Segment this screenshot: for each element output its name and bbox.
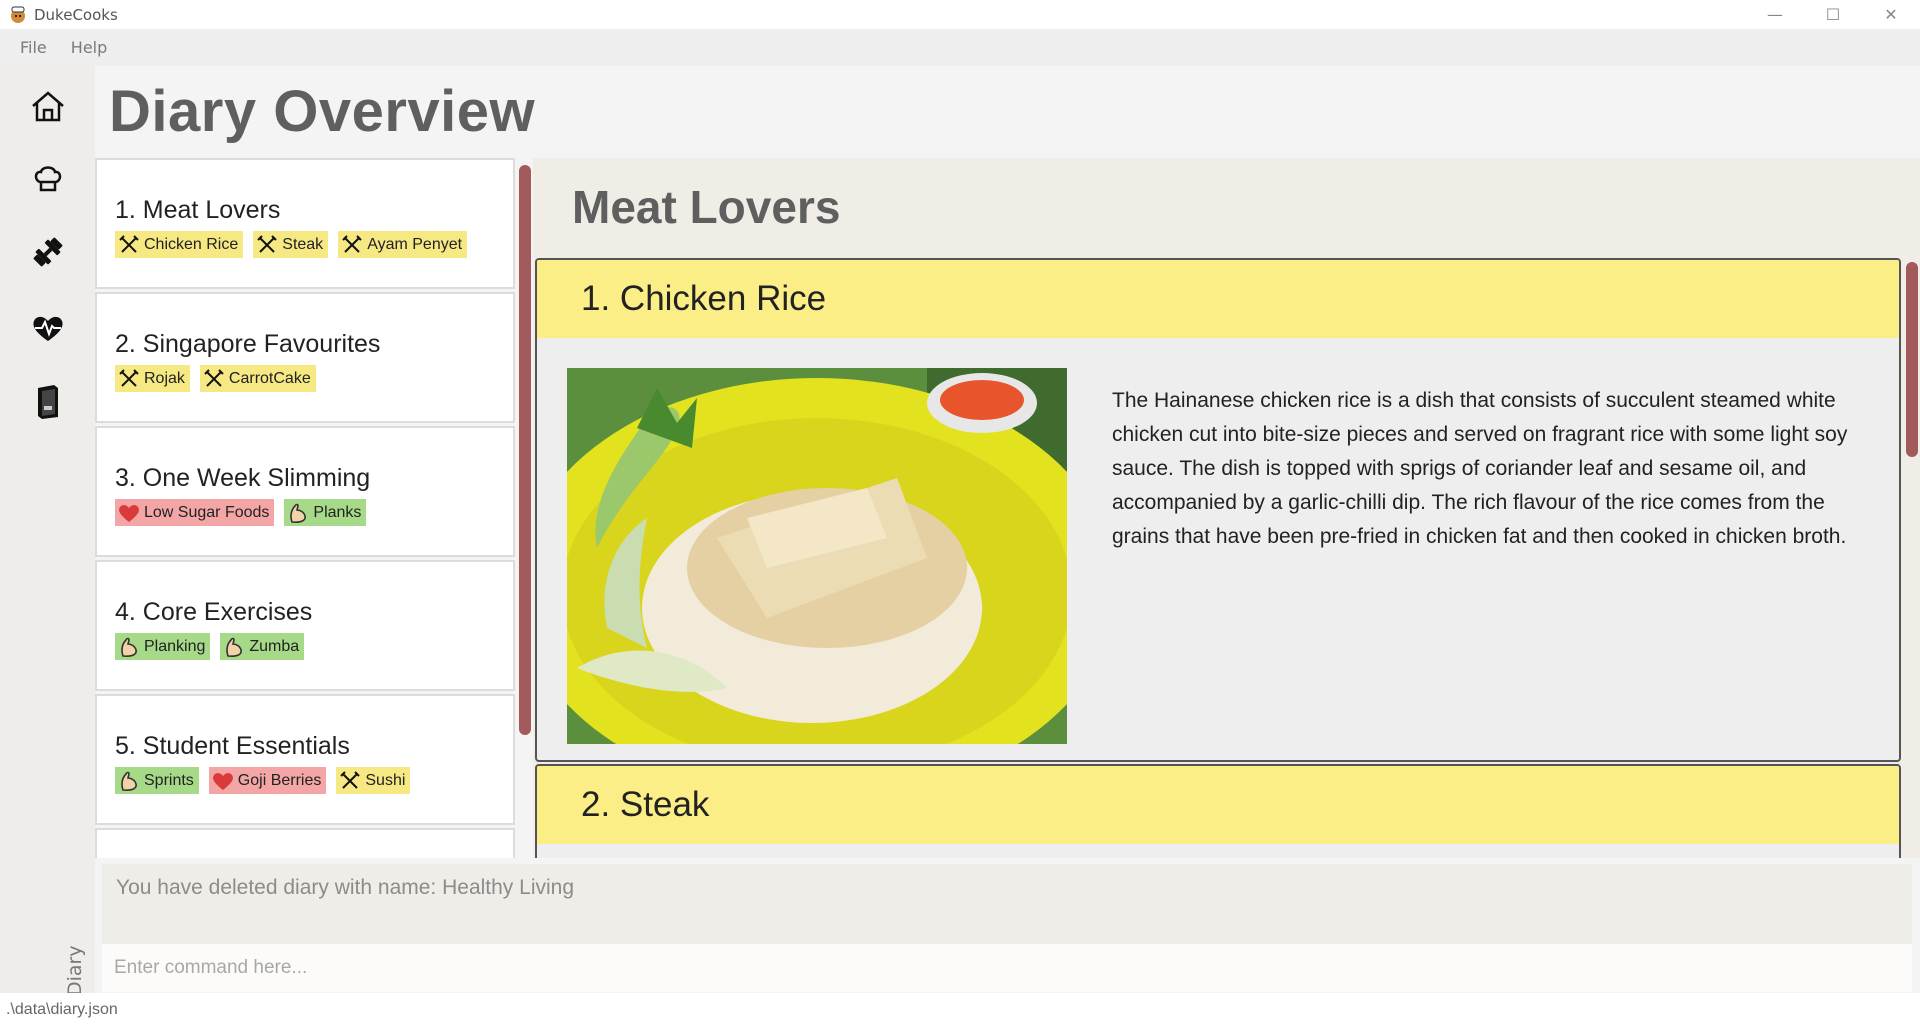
food-tag: Ayam Penyet <box>338 231 468 258</box>
app-logo-icon <box>8 5 28 25</box>
tag-label: Planks <box>313 503 362 521</box>
tag-label: CarrotCake <box>228 369 311 387</box>
detail-title: Meat Lovers <box>572 181 841 233</box>
status-bar-path: .\data\diary.json <box>0 993 1920 1030</box>
utensils-icon <box>341 234 363 256</box>
utensils-icon <box>339 770 361 792</box>
exercise-tag: Planking <box>115 633 211 660</box>
diary-card[interactable]: 2. Singapore Favourites Rojak CarrotCake <box>95 292 515 423</box>
diary-list-scrollbar[interactable] <box>519 165 531 735</box>
menu-help[interactable]: Help <box>61 38 117 57</box>
tag-label: Rojak <box>144 369 185 387</box>
diary-title: 3. One Week Slimming <box>115 464 371 492</box>
entry-title: 1. Chicken Rice <box>537 260 1899 338</box>
sidebar-section-label: Diary <box>64 945 86 996</box>
diary-card[interactable]: 4. Core Exercises Planking Zumba <box>95 560 515 691</box>
dumbbell-icon[interactable] <box>28 232 68 272</box>
close-button[interactable]: ✕ <box>1862 0 1920 29</box>
exercise-tag: Sprints <box>115 767 199 794</box>
detail-scrollbar[interactable] <box>1906 262 1918 457</box>
food-tag: Sushi <box>336 767 411 794</box>
tag-label: Steak <box>282 235 324 253</box>
tag-label: Sushi <box>365 771 406 789</box>
health-tag: Low Sugar Foods <box>115 499 275 526</box>
entry-card[interactable]: 1. Chicken Rice The Hainanese chicken ri… <box>535 258 1901 762</box>
diary-detail-pane: Meat Lovers 1. Chicken Rice The Hainanes… <box>533 158 1920 858</box>
flexed-arm-icon <box>223 636 245 658</box>
tag-label: Chicken Rice <box>144 235 239 253</box>
result-display: You have deleted diary with name: Health… <box>102 864 1912 944</box>
utensils-icon <box>203 368 225 390</box>
tag-label: Zumba <box>249 637 300 655</box>
food-tag: Steak <box>253 231 329 258</box>
menu-file[interactable]: File <box>10 38 57 57</box>
sidebar: Diary <box>0 66 95 996</box>
tag-label: Planking <box>144 637 206 655</box>
food-tag: CarrotCake <box>199 365 316 392</box>
heartbeat-icon[interactable] <box>28 308 68 348</box>
food-tag: Chicken Rice <box>115 231 244 258</box>
book-icon[interactable] <box>28 382 68 422</box>
diary-title: 5. Student Essentials <box>115 732 350 760</box>
entry-title: 2. Steak <box>537 766 1899 844</box>
chef-hat-icon[interactable] <box>28 158 68 198</box>
flexed-arm-icon <box>118 636 140 658</box>
exercise-tag: Zumba <box>220 633 305 660</box>
diary-card[interactable]: 5. Student Essentials Sprints Goji Berri… <box>95 694 515 825</box>
heart-icon <box>118 502 140 524</box>
heart-icon <box>212 770 234 792</box>
title-bar: DukeCooks — ☐ ✕ <box>0 0 1920 29</box>
utensils-icon <box>118 234 140 256</box>
diary-card[interactable] <box>95 828 515 858</box>
diary-card[interactable]: 1. Meat Lovers Chicken Rice Steak Ayam P… <box>95 158 515 289</box>
flexed-arm-icon <box>287 502 309 524</box>
utensils-icon <box>118 368 140 390</box>
command-input[interactable] <box>102 944 1912 992</box>
window-title: DukeCooks <box>34 5 118 24</box>
exercise-tag: Planks <box>284 499 367 526</box>
entry-description: The Hainanese chicken rice is a dish tha… <box>1112 389 1848 548</box>
entry-card[interactable]: 2. Steak <box>535 764 1901 858</box>
flexed-arm-icon <box>118 770 140 792</box>
diary-card[interactable]: 3. One Week Slimming Low Sugar Foods Pla… <box>95 426 515 557</box>
chicken-rice-image <box>567 368 1067 744</box>
tag-label: Goji Berries <box>237 771 322 789</box>
diary-list[interactable]: 1. Meat Lovers Chicken Rice Steak Ayam P… <box>95 158 515 858</box>
home-icon[interactable] <box>28 86 68 126</box>
tag-label: Ayam Penyet <box>367 235 463 253</box>
health-tag: Goji Berries <box>208 767 327 794</box>
tag-label: Low Sugar Foods <box>144 503 270 521</box>
diary-title: 1. Meat Lovers <box>115 196 281 224</box>
menu-bar: File Help <box>0 29 1920 66</box>
diary-title: 4. Core Exercises <box>115 598 313 626</box>
tag-label: Sprints <box>144 771 194 789</box>
food-tag: Rojak <box>115 365 190 392</box>
diary-title: 2. Singapore Favourites <box>115 330 381 358</box>
page-title: Diary Overview <box>109 79 536 144</box>
maximize-button[interactable]: ☐ <box>1804 0 1862 29</box>
utensils-icon <box>256 234 278 256</box>
minimize-button[interactable]: — <box>1746 0 1804 29</box>
